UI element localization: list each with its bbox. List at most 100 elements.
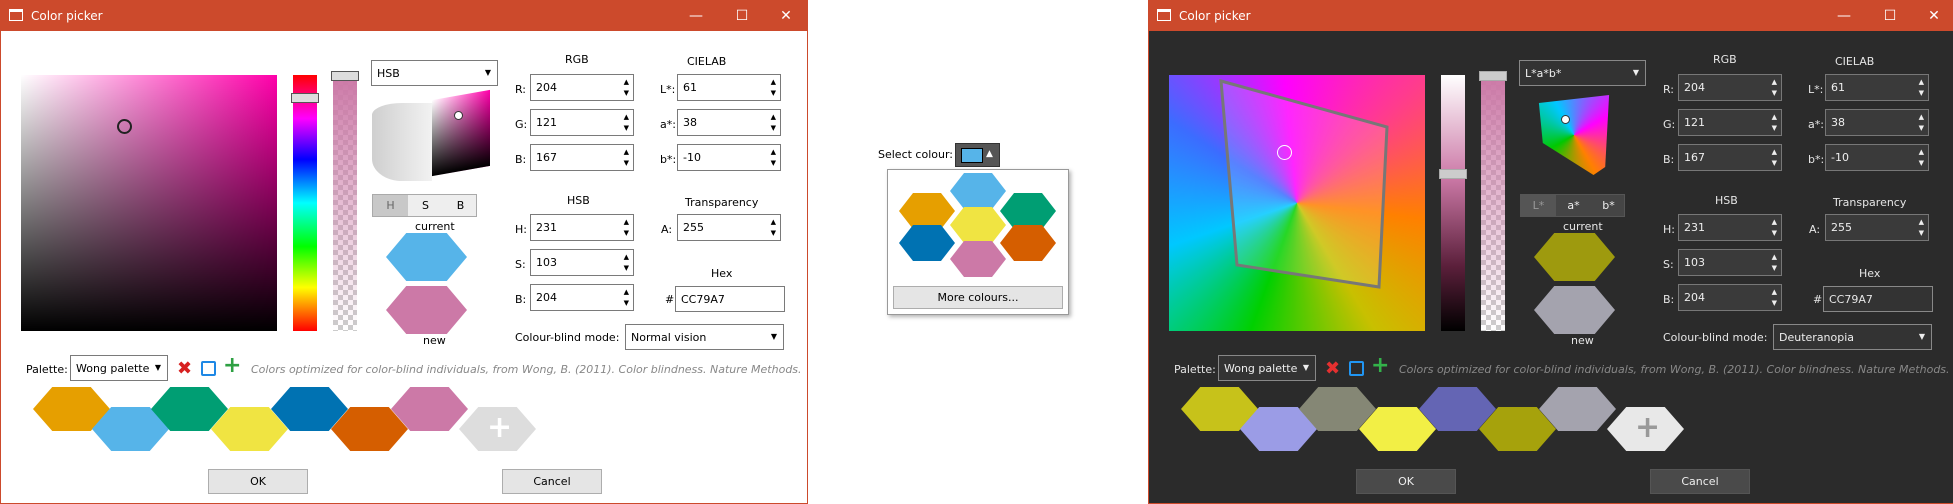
colour-blind-select[interactable]: Normal vision ▼ [625, 324, 784, 350]
s-label-dark: S: [1663, 258, 1674, 271]
b-field[interactable]: 167 ▲ ▼ [530, 144, 634, 171]
lightness-slider[interactable] [1439, 75, 1467, 331]
l-field-dark[interactable]: 61 ▲ ▼ [1825, 74, 1929, 101]
gamut-outline [1219, 78, 1389, 289]
palette-label: Palette: [26, 363, 68, 376]
alpha-slider-dark[interactable] [1479, 71, 1507, 331]
tab-l-star[interactable]: L* [1521, 195, 1556, 216]
cancel-button-dark[interactable]: Cancel [1650, 469, 1750, 494]
tab-h[interactable]: H [373, 195, 408, 216]
hex-field-dark[interactable]: CC79A7 [1823, 286, 1933, 312]
add-color-button[interactable]: + [459, 407, 536, 451]
popup-swatch[interactable] [950, 241, 1006, 277]
lightness-slider-thumb[interactable] [1439, 169, 1467, 179]
maximize-button-dark[interactable]: ☐ [1867, 1, 1913, 31]
add-palette-icon[interactable]: + [1371, 353, 1389, 378]
ok-button-dark[interactable]: OK [1356, 469, 1456, 494]
popup-swatch[interactable] [950, 173, 1006, 209]
b-field-dark[interactable]: 167 ▲ ▼ [1678, 144, 1782, 171]
palette-label-dark: Palette: [1174, 363, 1216, 376]
hue-slider-thumb[interactable] [291, 93, 319, 103]
saturation-brightness-field[interactable] [21, 75, 277, 331]
delete-palette-icon[interactable]: ✖ [177, 358, 192, 379]
palette-description-dark: Colors optimized for color-blind individ… [1399, 363, 1950, 376]
popup-swatch[interactable] [1000, 225, 1056, 261]
select-colour-label: Select colour: [878, 148, 954, 161]
color-picker-window-dark: Color picker — ☐ ✕ L*a*b* ▼ L* a* b* curr… [1148, 0, 1953, 504]
tab-a-star[interactable]: a* [1556, 195, 1591, 216]
more-colours-button[interactable]: More colours... [893, 286, 1063, 309]
popup-swatch[interactable] [899, 193, 955, 229]
minimize-button[interactable]: — [673, 1, 719, 31]
lab-color-field[interactable] [1169, 75, 1425, 331]
b-star-label: b*: [660, 153, 677, 166]
save-palette-icon[interactable] [201, 361, 216, 376]
bri-field[interactable]: 204 ▲ ▼ [530, 284, 634, 311]
hash-label-dark: # [1813, 293, 1823, 306]
current-label: current [415, 220, 455, 233]
hue-slider[interactable] [291, 75, 319, 331]
b-star-label-dark: b*: [1808, 153, 1825, 166]
maximize-button[interactable]: ☐ [719, 1, 765, 31]
colour-popup: More colours... [887, 169, 1069, 315]
a-star-field[interactable]: 38 ▲ ▼ [677, 109, 781, 136]
s-field-dark[interactable]: 103 ▲ ▼ [1678, 249, 1782, 276]
channel-tabs: H S B [372, 194, 477, 217]
tab-s[interactable]: S [408, 195, 443, 216]
new-color-swatch-dark [1534, 286, 1615, 334]
alpha-field-dark[interactable]: 255 ▲ ▼ [1825, 214, 1929, 241]
l-field[interactable]: 61 ▲ ▼ [677, 74, 781, 101]
colour-blind-select-dark[interactable]: Deuteranopia ▼ [1773, 324, 1932, 350]
r-field-dark[interactable]: 204 ▲ ▼ [1678, 74, 1782, 101]
colour-blind-label-dark: Colour-blind mode: [1663, 331, 1768, 344]
palette-select-dark[interactable]: Wong palette ▼ [1218, 355, 1316, 381]
transparency-heading: Transparency [685, 196, 759, 209]
cancel-button[interactable]: Cancel [502, 469, 602, 494]
alpha-slider-thumb-dark[interactable] [1479, 71, 1507, 81]
g-label-dark: G: [1663, 118, 1676, 131]
save-palette-icon[interactable] [1349, 361, 1364, 376]
color-model-select-dark[interactable]: L*a*b* ▼ [1519, 60, 1646, 86]
popup-swatch[interactable] [899, 225, 955, 261]
ok-button[interactable]: OK [208, 469, 308, 494]
a-star-label: a*: [660, 118, 676, 131]
tab-b-star[interactable]: b* [1591, 195, 1626, 216]
add-color-button-dark[interactable]: + [1607, 407, 1684, 451]
hex-field[interactable]: CC79A7 [675, 286, 785, 312]
color-cursor-dark[interactable] [1277, 145, 1292, 160]
b-label-dark: B: [1663, 153, 1675, 166]
g-field[interactable]: 121 ▲ ▼ [530, 109, 634, 136]
select-colour-button[interactable]: ▲ [955, 143, 1000, 167]
bri-field-dark[interactable]: 204 ▲ ▼ [1678, 284, 1782, 311]
rgb-heading-dark: RGB [1713, 53, 1737, 66]
app-icon [1157, 9, 1171, 21]
hsb-3d-preview [372, 89, 490, 183]
lab-3d-preview [1538, 95, 1610, 175]
popup-swatch[interactable] [950, 207, 1006, 243]
color-model-select[interactable]: HSB ▼ [371, 60, 498, 86]
color-cursor[interactable] [117, 119, 132, 134]
add-palette-icon[interactable]: + [223, 353, 241, 378]
a-star-field-dark[interactable]: 38 ▲ ▼ [1825, 109, 1929, 136]
h-field-dark[interactable]: 231 ▲ ▼ [1678, 214, 1782, 241]
app-icon [9, 9, 23, 21]
delete-palette-icon[interactable]: ✖ [1325, 358, 1340, 379]
alpha-slider-thumb[interactable] [331, 71, 359, 81]
palette-description: Colors optimized for color-blind individ… [251, 363, 802, 376]
h-field[interactable]: 231 ▲ ▼ [530, 214, 634, 241]
close-button[interactable]: ✕ [763, 1, 809, 31]
alpha-slider[interactable] [331, 71, 359, 331]
g-field-dark[interactable]: 121 ▲ ▼ [1678, 109, 1782, 136]
b-star-field-dark[interactable]: -10 ▲ ▼ [1825, 144, 1929, 171]
minimize-button-dark[interactable]: — [1821, 1, 1867, 31]
tab-b[interactable]: B [443, 195, 478, 216]
popup-swatch[interactable] [1000, 193, 1056, 229]
palette-select[interactable]: Wong palette ▼ [70, 355, 168, 381]
alpha-field[interactable]: 255 ▲ ▼ [677, 214, 781, 241]
b-star-field[interactable]: -10 ▲ ▼ [677, 144, 781, 171]
close-button-dark[interactable]: ✕ [1911, 1, 1953, 31]
s-field[interactable]: 103 ▲ ▼ [530, 249, 634, 276]
window-title-dark: Color picker [1179, 9, 1251, 23]
hex-heading-dark: Hex [1859, 267, 1881, 280]
r-field[interactable]: 204 ▲ ▼ [530, 74, 634, 101]
